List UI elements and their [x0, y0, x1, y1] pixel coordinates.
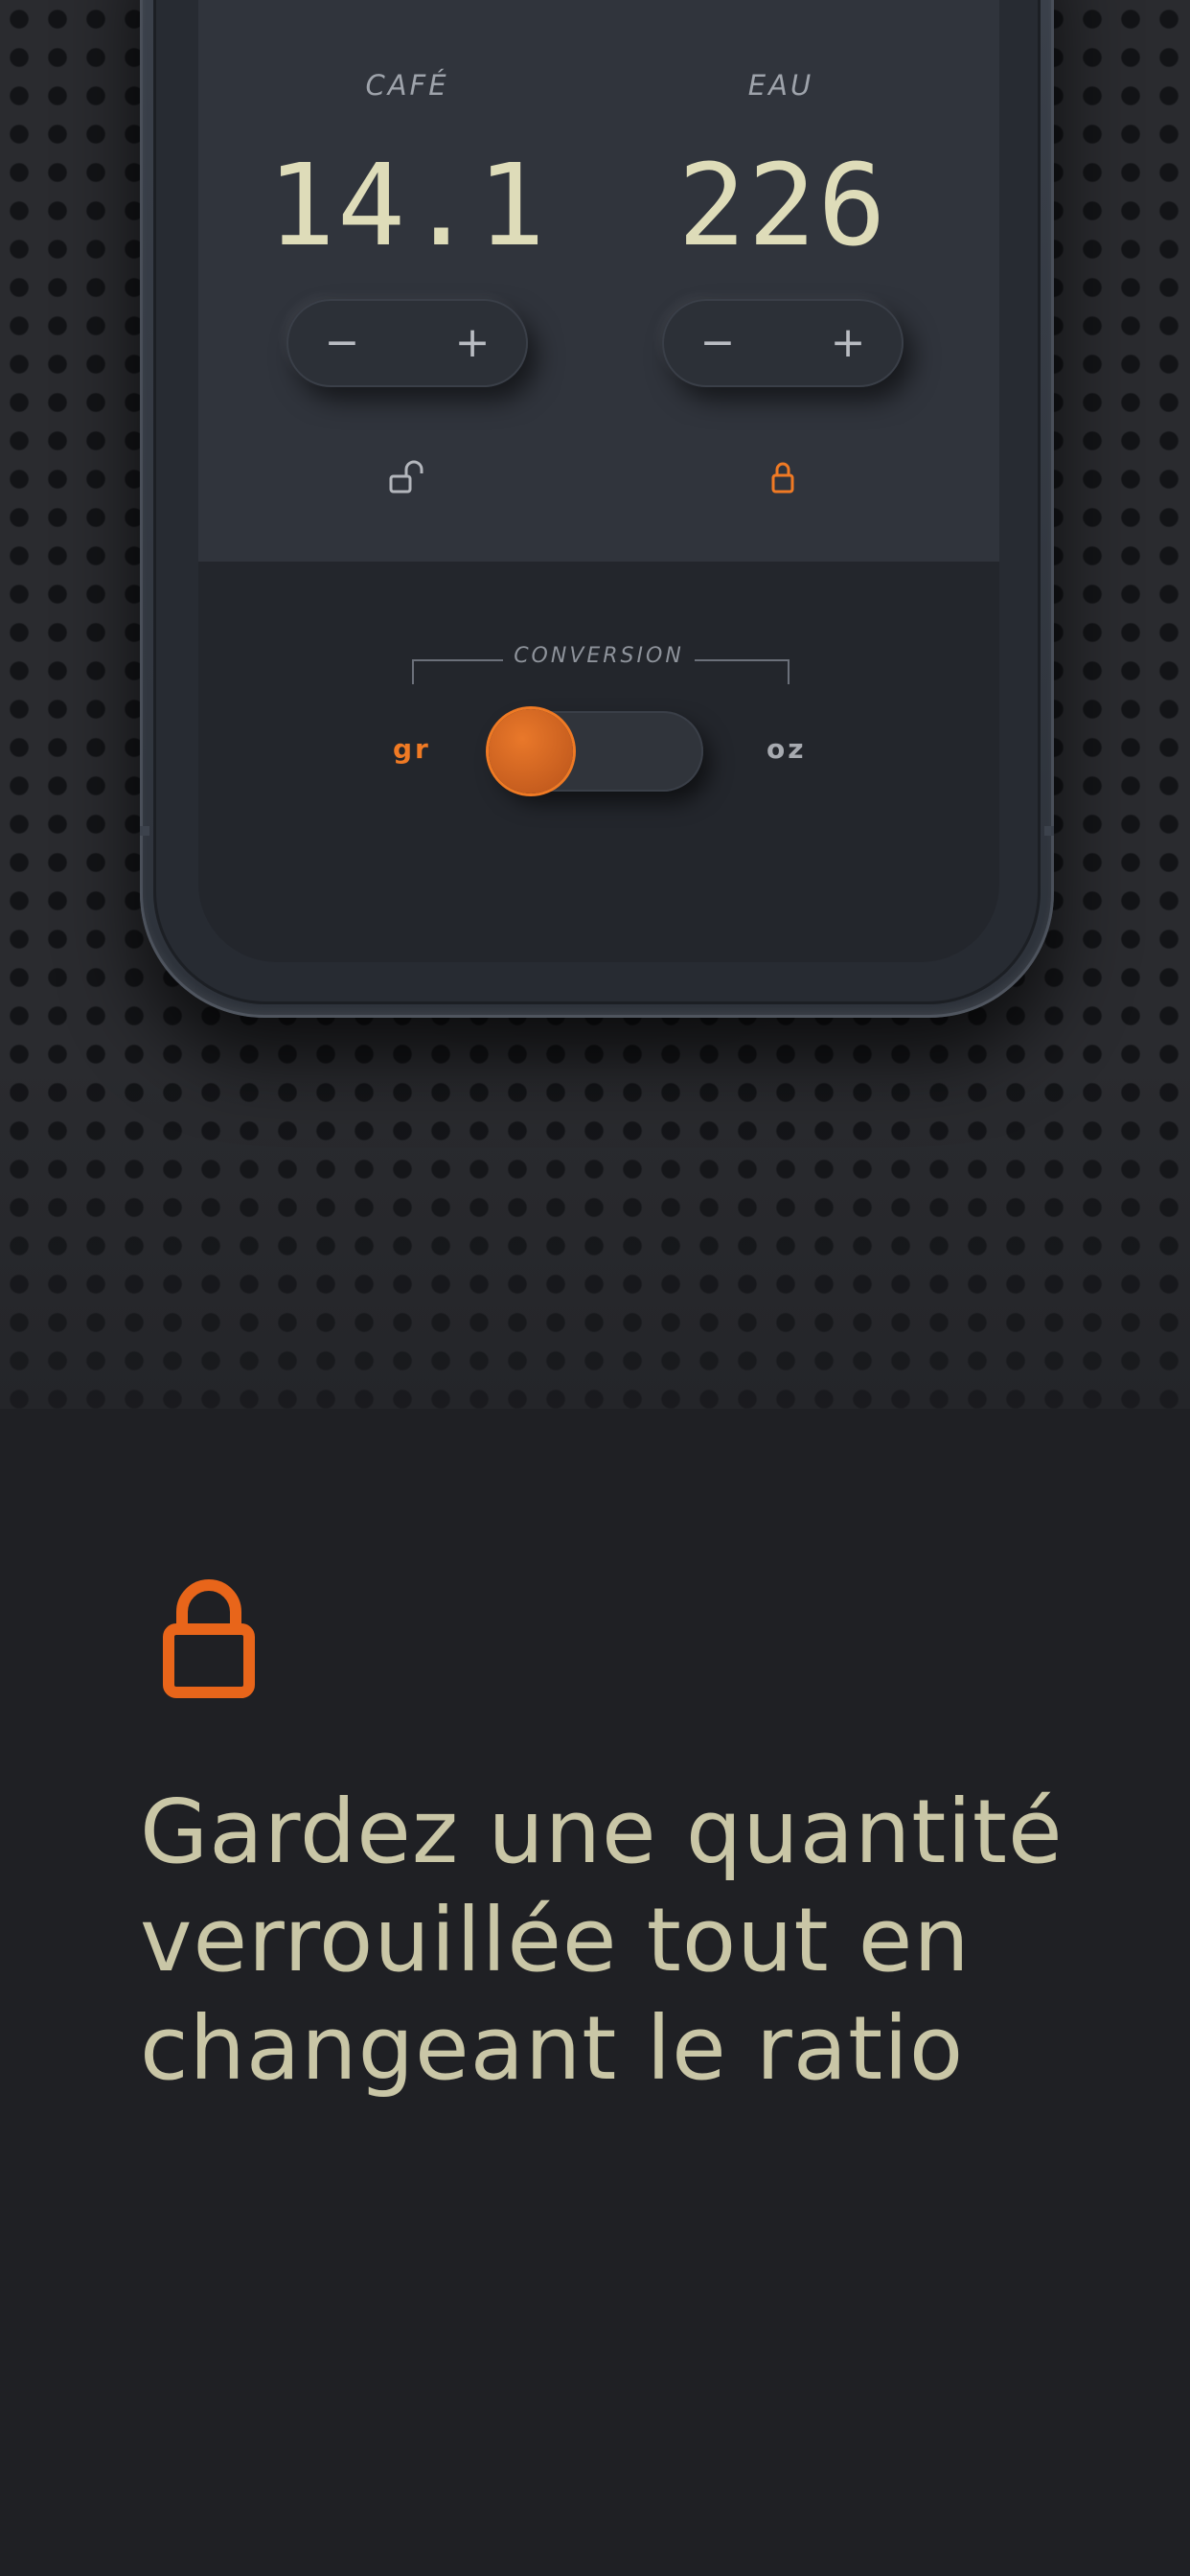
conversion-toggle[interactable] [489, 709, 703, 794]
coffee-label: CAFÉ [365, 69, 449, 102]
phone-screen: CAFÉ EAU 14.1 226 − + − + CONVERSION gr … [198, 0, 999, 962]
conversion-label: CONVERSION [503, 644, 695, 668]
lock-icon [163, 1579, 255, 1698]
phone-side-button-right [1044, 826, 1054, 836]
coffee-value: 14.1 [266, 139, 548, 271]
lock-closed-icon[interactable] [764, 458, 802, 496]
quantities-panel: CAFÉ EAU 14.1 226 − + − + [198, 0, 999, 562]
lock-open-icon[interactable] [388, 458, 426, 496]
coffee-decrement-button[interactable]: − [304, 316, 380, 370]
water-value: 226 [677, 139, 888, 271]
coffee-stepper: − + [286, 299, 528, 387]
unit-grams-label[interactable]: gr [393, 733, 431, 765]
water-label: EAU [747, 69, 814, 102]
water-decrement-button[interactable]: − [679, 316, 756, 370]
unit-ounces-label[interactable]: oz [767, 733, 807, 765]
water-increment-button[interactable]: + [810, 316, 886, 370]
phone-side-button-left [140, 826, 149, 836]
toggle-knob[interactable] [489, 709, 573, 794]
coffee-increment-button[interactable]: + [434, 316, 511, 370]
water-stepper: − + [662, 299, 904, 387]
feature-headline: Gardez une quantité verrouillée tout en … [140, 1781, 1064, 2100]
